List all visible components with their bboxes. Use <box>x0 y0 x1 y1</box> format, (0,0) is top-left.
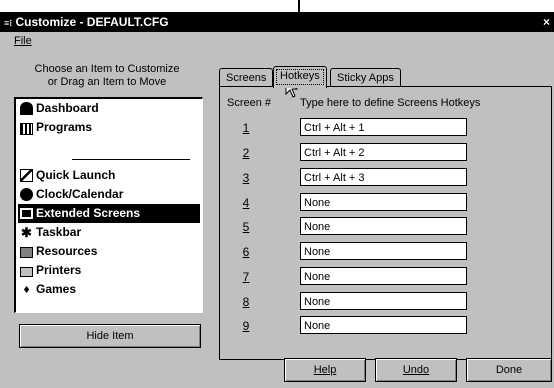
games-icon: ♦ <box>23 282 30 296</box>
menu-file[interactable]: File <box>14 35 32 47</box>
screen-number-8: 8 <box>242 295 250 309</box>
close-icon[interactable]: × <box>543 12 550 32</box>
hotkey-field-2[interactable]: Ctrl + Alt + 2 <box>300 143 467 161</box>
hotkey-field-9[interactable]: None <box>300 316 467 334</box>
screen-number-4: 4 <box>242 196 250 210</box>
printers-icon <box>20 267 33 277</box>
clock-icon <box>20 188 33 201</box>
tab-strip: Screens Hotkeys Sticky Apps <box>219 66 550 88</box>
undo-button[interactable]: Undo <box>375 358 457 382</box>
list-item-printers[interactable]: Printers <box>18 261 200 280</box>
screen-number-7: 7 <box>242 270 250 284</box>
customize-app-icon: ≡⁝ <box>4 18 13 28</box>
hotkey-field-1[interactable]: Ctrl + Alt + 1 <box>300 118 467 136</box>
list-item-clock-calendar[interactable]: Clock/Calendar <box>18 185 200 204</box>
list-divider <box>72 159 190 160</box>
hotkey-field-6[interactable]: None <box>300 242 467 260</box>
dashboard-icon <box>20 102 33 115</box>
customize-window: ≡⁝ Customize - DEFAULT.CFG × File Choose… <box>0 12 554 388</box>
left-heading: Choose an Item to Customize or Drag an I… <box>34 63 180 88</box>
list-item-resources[interactable]: Resources <box>18 242 200 261</box>
list-item-programs[interactable]: Programs <box>18 118 200 137</box>
screen-number-5: 5 <box>242 220 250 234</box>
list-item-games[interactable]: ♦ Games <box>18 280 200 299</box>
screen-number-1: 1 <box>242 121 250 135</box>
hotkey-field-8[interactable]: None <box>300 292 467 310</box>
list-item-extended-screens[interactable]: Extended Screens <box>18 204 200 223</box>
help-button[interactable]: Help <box>284 358 366 382</box>
title-bar: ≡⁝ Customize - DEFAULT.CFG × <box>0 12 554 32</box>
column-header-screen: Screen # <box>227 97 272 109</box>
tab-screens[interactable]: Screens <box>219 68 274 87</box>
taskbar-icon: ✱ <box>21 225 32 240</box>
hotkey-field-7[interactable]: None <box>300 267 467 285</box>
screen-number-9: 9 <box>242 319 250 333</box>
hotkey-field-3[interactable]: Ctrl + Alt + 3 <box>300 168 467 186</box>
screen-number-6: 6 <box>242 245 250 259</box>
window-title: ≡⁝ Customize - DEFAULT.CFG <box>4 15 169 29</box>
hotkey-field-4[interactable]: None <box>300 193 467 211</box>
extended-screens-icon <box>20 208 33 219</box>
column-header-define: Type here to define Screens Hotkeys <box>300 97 481 109</box>
menu-bar: File <box>0 32 554 50</box>
hide-item-button[interactable]: Hide Item <box>19 324 201 348</box>
list-item-taskbar[interactable]: ✱ Taskbar <box>18 223 200 242</box>
screen-number-2: 2 <box>242 146 250 160</box>
resources-icon <box>20 247 33 258</box>
list-item-dashboard[interactable]: Dashboard <box>18 99 200 118</box>
list-item-quick-launch[interactable]: Quick Launch <box>18 166 200 185</box>
done-button[interactable]: Done <box>466 358 552 382</box>
tab-sticky-apps[interactable]: Sticky Apps <box>330 68 401 87</box>
item-list[interactable]: Dashboard Programs Quick Launch Clock/Ca… <box>14 97 203 313</box>
quick-launch-icon <box>20 169 33 182</box>
tab-hotkeys[interactable]: Hotkeys <box>273 66 327 88</box>
hotkey-field-5[interactable]: None <box>300 217 467 235</box>
screen-number-3: 3 <box>242 171 250 185</box>
programs-icon <box>20 123 33 135</box>
